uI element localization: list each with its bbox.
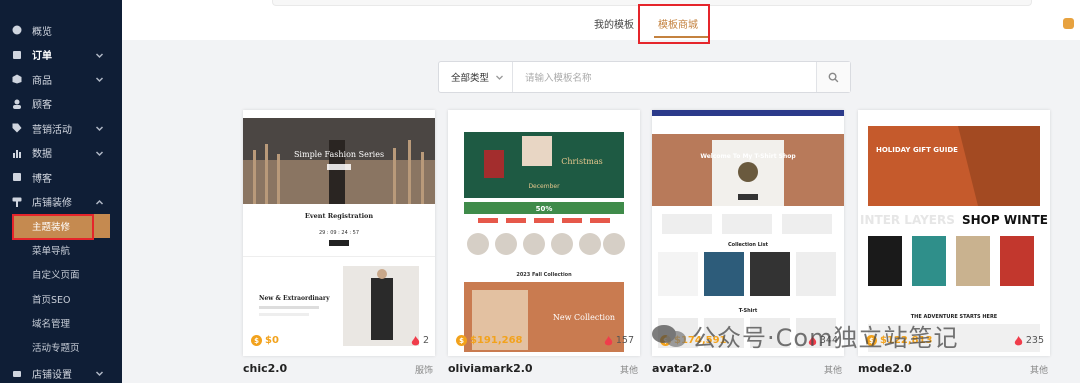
type-select-value: 全部类型 [451,73,490,84]
sidebar-item-label: 数据 [32,149,52,161]
sidebar-item-label: 顾客 [32,100,52,112]
chevron-down-icon [95,124,104,133]
template-name[interactable]: avatar2.0 [652,362,712,375]
template-thumbnail: Christmas December 50% 2023 Fall Collect… [448,110,640,356]
box-icon [12,74,22,84]
template-category: 其他 [620,366,639,376]
search-icon [828,72,839,82]
flame-icon [604,335,613,346]
coin-icon: $ [251,335,262,346]
chevron-up-icon [95,198,104,207]
settings-icon [12,369,22,379]
thumb-hero-text: Simple Fashion Series [294,150,384,159]
thumb-gift-text: HOLIDAY GIFT GUIDE [876,146,958,154]
search-input[interactable]: 请输入模板名称 [513,62,816,92]
price: $ $191,268 [456,335,523,346]
template-name[interactable]: oliviamark2.0 [448,362,533,375]
chevron-down-icon [95,149,104,158]
thumb-timer-text: 29 : 09 : 24 : 57 [319,230,359,236]
sidebar-subitem-3[interactable]: 首页SEO [0,287,122,311]
thumb-fall-text: 2023 Fall Collection [516,272,572,278]
sidebar-item-6[interactable]: 博客 [0,165,122,190]
tab-my-templates[interactable]: 我的模板 [594,16,634,31]
wechat-logo-icon [652,324,686,347]
template-name[interactable]: mode2.0 [858,362,912,375]
watermark-text: 公众号·Com独立站笔记 [692,324,959,352]
watermark: 公众号·Com独立站笔记 [650,318,958,353]
likes-count: 2 [422,335,429,346]
sidebar-item-label: 订单 [32,51,52,63]
template-category: 其他 [1030,366,1049,376]
template-category: 服饰 [415,366,434,376]
thumb-hero-text: Welcome To My T-Shirt Shop [700,153,796,160]
tag-icon [12,123,22,133]
paint-icon [12,197,22,207]
blog-icon [12,172,22,182]
chevron-down-icon [95,75,104,84]
sidebar: 概览 订单 商品 顾客 营销活动 数据 博客 店铺装修 主题装修 菜单导航 自定义页面 首页SEO 域… [0,0,122,383]
sidebar-item-label: 店铺装修 [32,198,72,210]
sidebar-item-label: 商品 [32,75,52,87]
thumb-shop-text: SHOP WINTE [962,213,1048,227]
order-icon [12,50,22,60]
flame-icon [411,335,420,346]
thumb-new-text: New & Extraordinary [259,295,330,302]
thumb-collection-text: Collection List [728,242,769,248]
dashboard-icon [12,25,22,35]
template-card[interactable]: Simple Fashion Series Event Registration… [243,110,435,356]
sidebar-item-5[interactable]: 数据 [0,141,122,166]
type-select[interactable]: 全部类型 [439,62,513,92]
highlight-box-theme [12,214,94,240]
likes: 157 [604,335,634,346]
sidebar-item-7[interactable]: 店铺装修 [0,190,122,215]
price-value: $191,268 [470,335,523,346]
notification-icon[interactable] [1063,18,1074,29]
thumb-december-text: December [528,183,560,190]
sidebar-item-label: 营销活动 [32,124,72,136]
coin-icon: $ [456,335,467,346]
likes-count: 235 [1025,335,1044,346]
template-card[interactable]: Christmas December 50% 2023 Fall Collect… [448,110,640,356]
flame-icon [1014,335,1023,346]
sidebar-item-3[interactable]: 顾客 [0,92,122,117]
chart-icon [12,148,22,158]
likes-count: 157 [615,335,634,346]
highlight-box-store-tab [638,4,710,44]
user-icon [12,99,22,109]
template-search-bar: 全部类型 请输入模板名称 [438,61,851,93]
chevron-down-icon [95,51,104,60]
likes: 235 [1014,335,1044,346]
sidebar-subitem-2[interactable]: 自定义页面 [0,262,122,286]
thumb-new-collection-text: New Collection [553,313,615,322]
price: $ $0 [251,335,279,346]
sidebar-item-1[interactable]: 订单 [0,43,122,68]
sidebar-item-label: 概览 [32,26,52,38]
thumb-layers-text: INTER LAYERS [860,213,955,227]
thumb-event-text: Event Registration [305,212,374,220]
sidebar-subitem-4[interactable]: 域名管理 [0,311,122,335]
thumb-tshirt-text: T-Shirt [739,308,758,314]
likes: 2 [411,335,429,346]
thumb-christmas-text: Christmas [561,157,602,166]
sidebar-item-label: 店铺设置 [32,370,72,382]
search-button[interactable] [816,62,850,92]
template-thumbnail: Simple Fashion Series Event Registration… [243,110,435,356]
chevron-down-icon [495,73,504,82]
sidebar-item-0[interactable]: 概览 [0,18,122,43]
sidebar-subitem-5[interactable]: 活动专题页 [0,335,122,359]
sidebar-item-4[interactable]: 营销活动 [0,116,122,141]
sidebar-item-2[interactable]: 商品 [0,67,122,92]
chevron-down-icon [95,369,104,378]
sidebar-item-store-settings[interactable]: 店铺设置 [0,361,122,383]
sidebar-subitem-1[interactable]: 菜单导航 [0,238,122,262]
top-bar: 我的模板 模板商城 [122,0,1080,40]
template-category: 其他 [824,366,843,376]
sidebar-item-label: 博客 [32,173,52,185]
price-value: $0 [265,335,279,346]
thumb-off-text: 50% [536,205,553,213]
template-name[interactable]: chic2.0 [243,362,287,375]
